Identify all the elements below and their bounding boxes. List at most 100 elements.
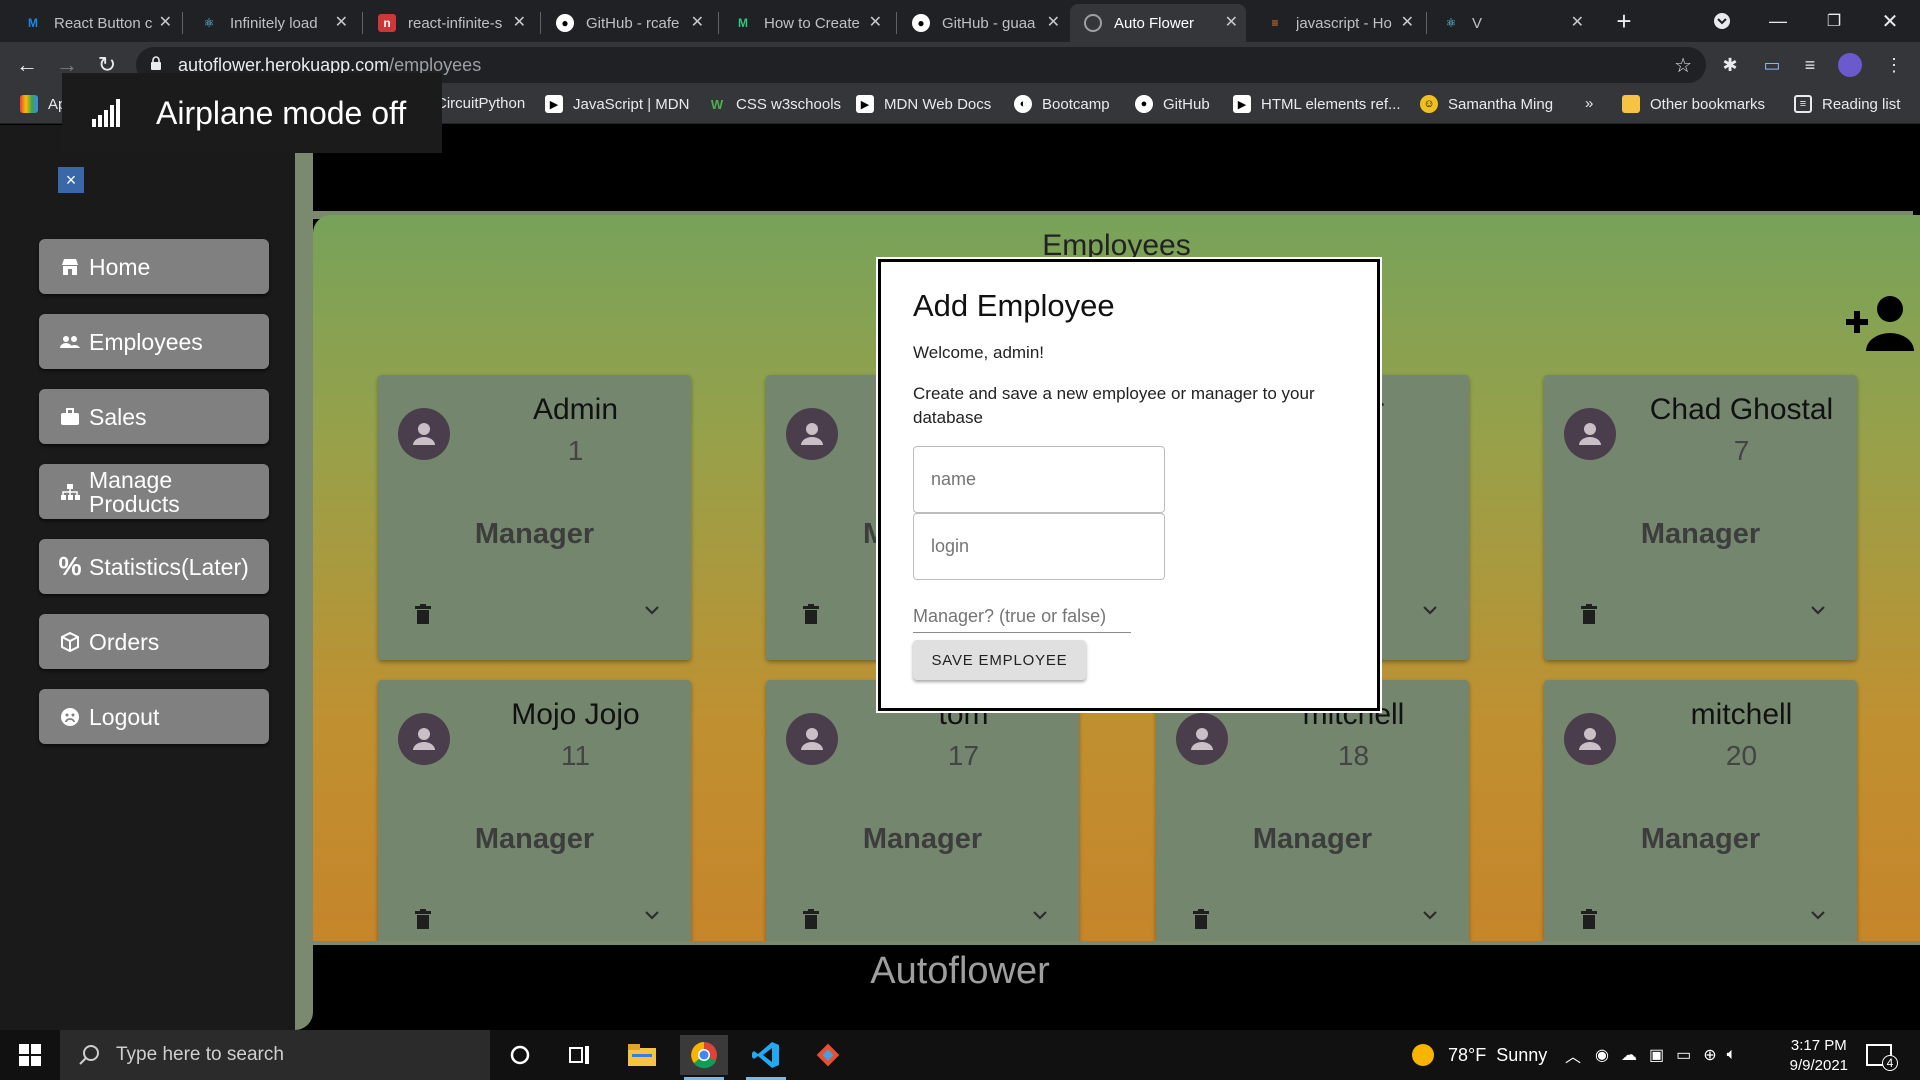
name-input[interactable] xyxy=(913,446,1165,513)
trash-icon[interactable] xyxy=(803,909,819,929)
minimize-icon[interactable]: — xyxy=(1758,6,1798,36)
cast-icon[interactable]: ▭ xyxy=(1758,51,1786,79)
taskbar-search[interactable]: Type here to search xyxy=(60,1030,490,1080)
package-icon xyxy=(59,631,81,652)
screen-record-icon[interactable]: ▣ xyxy=(1649,1045,1664,1065)
bookmark-bootcamp[interactable]: ◐ Bootcamp xyxy=(1014,95,1110,113)
media-queue-icon[interactable]: ≡ xyxy=(1796,51,1824,79)
sidebar-item-sales[interactable]: Sales xyxy=(39,389,269,444)
bookmark-javascript-mdn[interactable]: ▶ JavaScript | MDN xyxy=(545,95,689,113)
task-view-icon[interactable] xyxy=(556,1035,604,1075)
weather-widget[interactable]: 78°F Sunny xyxy=(1412,1030,1547,1080)
trash-icon[interactable] xyxy=(1581,604,1597,624)
bookmark-reading-list[interactable]: ≡ Reading list xyxy=(1794,95,1900,113)
employee-id: 20 xyxy=(1725,740,1758,771)
trash-icon[interactable] xyxy=(1581,909,1597,929)
bookmark-samantha-ming[interactable]: ☺ Samantha Ming xyxy=(1420,95,1553,113)
avatar-icon xyxy=(786,713,838,765)
employee-card[interactable]: mitchell 18 Manager xyxy=(1156,680,1469,965)
employee-card[interactable]: Chad Ghostal 7 Manager xyxy=(1544,375,1857,660)
tab-how-to-create[interactable]: M How to Create ✕ xyxy=(720,4,890,42)
login-input[interactable] xyxy=(913,513,1165,580)
employee-name: Mojo Jojo xyxy=(511,698,640,731)
onedrive-cloud-icon[interactable]: ☁ xyxy=(1621,1045,1637,1065)
show-hidden-icons-chevron-icon[interactable]: ︿ xyxy=(1565,1043,1581,1067)
window-close-icon[interactable]: ✕ xyxy=(1870,6,1910,36)
sidebar-item-home[interactable]: Home xyxy=(39,239,269,294)
chevron-down-icon[interactable] xyxy=(1809,906,1827,924)
tab-react-button[interactable]: M React Button c ✕ xyxy=(10,4,180,42)
extensions-puzzle-icon[interactable]: ✱ xyxy=(1716,51,1744,79)
tab-v[interactable]: ⚛ V ✕ xyxy=(1428,4,1592,42)
close-tab-icon[interactable]: ✕ xyxy=(1225,12,1238,32)
windows-start-icon[interactable] xyxy=(0,1030,60,1080)
bookmark-mdn-web-docs[interactable]: ▶ MDN Web Docs xyxy=(856,95,991,113)
sidebar-item-orders[interactable]: Orders xyxy=(39,614,269,669)
employee-card[interactable]: tom 17 Manager xyxy=(766,680,1079,965)
tab-github-guaa[interactable]: ● GitHub - guaa ✕ xyxy=(898,4,1068,42)
mdn-icon: ▶ xyxy=(856,95,874,113)
chevron-down-icon[interactable] xyxy=(1421,906,1439,924)
sidebar-item-employees[interactable]: Employees xyxy=(39,314,269,369)
cortana-icon[interactable] xyxy=(496,1035,544,1075)
close-tab-icon[interactable]: ✕ xyxy=(1401,12,1414,32)
new-tab-icon[interactable]: + xyxy=(1604,6,1644,36)
bookmarks-overflow-chevron[interactable]: » xyxy=(1585,95,1593,112)
employee-card[interactable]: Admin 1 Manager xyxy=(378,375,691,660)
chevron-down-icon[interactable] xyxy=(643,906,661,924)
tab-javascript[interactable]: ≡ javascript - Ho ✕ xyxy=(1252,4,1422,42)
chrome-icon[interactable] xyxy=(680,1035,728,1080)
chevron-down-icon[interactable] xyxy=(1809,601,1827,619)
clock[interactable]: 3:17 PM 9/9/2021 xyxy=(1790,1036,1848,1076)
employee-role: Manager xyxy=(1640,823,1761,855)
battery-icon[interactable]: ▭ xyxy=(1676,1045,1691,1065)
network-globe-icon[interactable]: ⊕ xyxy=(1703,1045,1716,1065)
save-employee-button[interactable]: SAVE EMPLOYEE xyxy=(913,640,1086,680)
close-tab-icon[interactable]: ✕ xyxy=(335,12,348,32)
profile-avatar-icon[interactable] xyxy=(1836,51,1864,79)
git-gui-icon[interactable] xyxy=(804,1035,852,1075)
add-user-icon[interactable] xyxy=(1844,295,1914,351)
close-tab-icon[interactable]: ✕ xyxy=(1571,12,1584,32)
tab-auto-flower[interactable]: Auto Flower ✕ xyxy=(1070,4,1246,42)
bookmark-circuitpython[interactable]: CircuitPython xyxy=(436,95,525,112)
close-tab-icon[interactable]: ✕ xyxy=(869,12,882,32)
react-icon: ⚛ xyxy=(1445,16,1457,30)
employee-card[interactable]: mitchell 20 Manager xyxy=(1544,680,1857,965)
tab-search-icon[interactable] xyxy=(1702,6,1742,36)
tab-title: React Button c xyxy=(54,14,153,32)
bookmark-github[interactable]: ● GitHub xyxy=(1135,95,1210,113)
sidebar-item-manage-products[interactable]: Manage Products xyxy=(39,464,269,519)
trash-icon[interactable] xyxy=(1193,909,1209,929)
tab-infinitely-load[interactable]: ⚛ Infinitely load ✕ xyxy=(186,4,356,42)
vscode-icon[interactable] xyxy=(742,1035,790,1080)
chevron-down-icon[interactable] xyxy=(1421,601,1439,619)
chevron-down-icon[interactable] xyxy=(643,601,661,619)
chevron-down-icon[interactable] xyxy=(1031,906,1049,924)
close-tab-icon[interactable]: ✕ xyxy=(1047,12,1060,32)
bookmark-other-bookmarks[interactable]: Other bookmarks xyxy=(1622,95,1765,113)
close-tab-icon[interactable]: ✕ xyxy=(159,12,172,32)
notifications-icon[interactable]: 4 xyxy=(1866,1030,1898,1080)
file-explorer-icon[interactable] xyxy=(618,1035,666,1075)
more-menu-icon[interactable]: ⋮ xyxy=(1880,51,1908,79)
close-tab-icon[interactable]: ✕ xyxy=(691,12,704,32)
star-bookmark-icon[interactable]: ☆ xyxy=(1674,53,1692,78)
sidebar-item-statistics[interactable]: % Statistics(Later) xyxy=(39,539,269,594)
close-tab-icon[interactable]: ✕ xyxy=(513,12,526,32)
tab-react-infinite[interactable]: n react-infinite-s ✕ xyxy=(364,4,534,42)
manager-input[interactable] xyxy=(913,606,1131,633)
trash-icon[interactable] xyxy=(803,604,819,624)
tab-github-rcafe[interactable]: ● GitHub - rcafe ✕ xyxy=(542,4,712,42)
record-icon[interactable]: ◉ xyxy=(1595,1045,1609,1065)
trash-icon[interactable] xyxy=(415,909,431,929)
bookmark-css-w3schools[interactable]: W CSS w3schools xyxy=(708,95,841,113)
volume-icon[interactable]: 🔈︎ xyxy=(1727,1046,1737,1064)
bookmark-html-elements[interactable]: ▶ HTML elements ref... xyxy=(1233,95,1400,113)
sidebar-close-button[interactable]: × xyxy=(58,167,84,193)
sidebar-item-logout[interactable]: Logout xyxy=(39,689,269,744)
back-arrow-icon[interactable]: ← xyxy=(12,50,42,80)
trash-icon[interactable] xyxy=(415,604,431,624)
employee-card[interactable]: Mojo Jojo 11 Manager xyxy=(378,680,691,965)
restore-icon[interactable]: ❐ xyxy=(1814,6,1854,36)
